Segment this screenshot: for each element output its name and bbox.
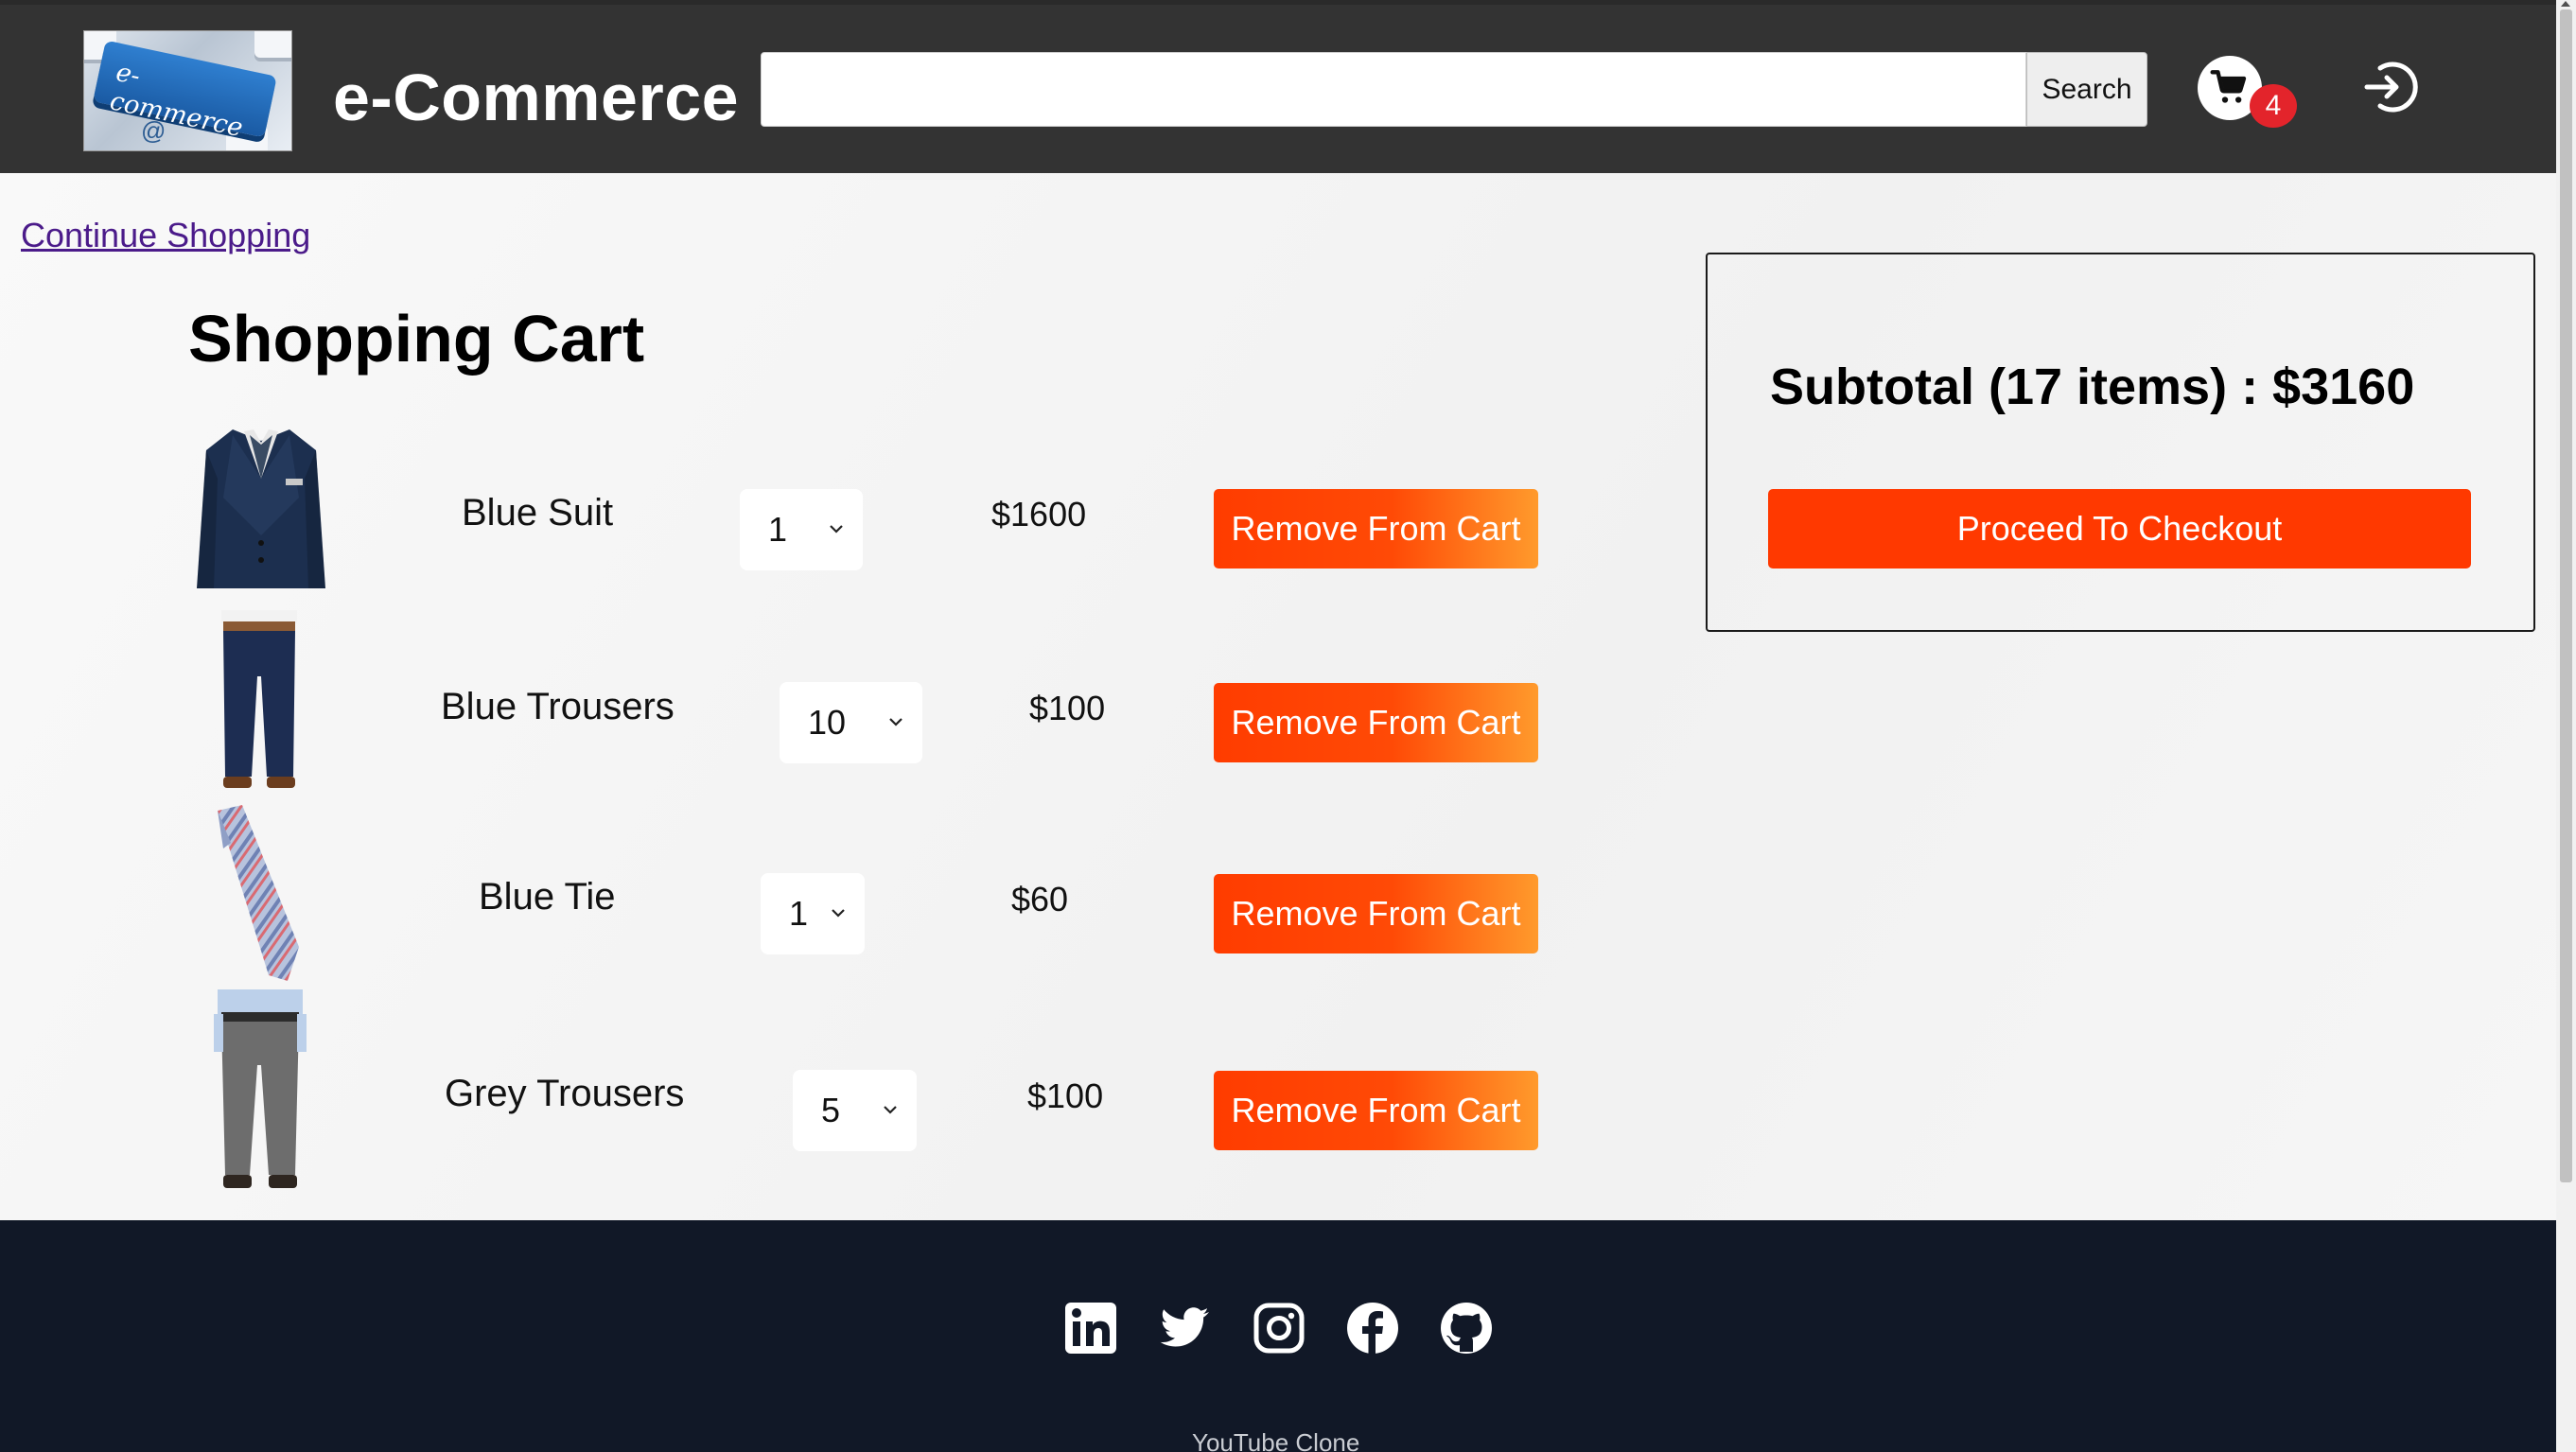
cart-item-name: Blue Suit (462, 492, 614, 534)
proceed-to-checkout-button[interactable]: Proceed To Checkout (1768, 489, 2471, 569)
cart-item-name: Blue Trousers (441, 686, 675, 727)
page-title: Shopping Cart (188, 302, 645, 376)
quantity-value: 5 (821, 1091, 841, 1129)
remove-from-cart-button[interactable]: Remove From Cart (1214, 1071, 1538, 1150)
cart-icon (2210, 70, 2247, 103)
search-button[interactable]: Search (2026, 52, 2147, 127)
remove-from-cart-button[interactable]: Remove From Cart (1214, 489, 1538, 569)
facebook-icon[interactable] (1345, 1301, 1400, 1356)
scroll-up-arrow-icon[interactable] (2561, 1, 2570, 7)
blue-trousers-image[interactable] (214, 610, 305, 790)
item-price: $1600 (991, 495, 1087, 534)
linkedin-icon[interactable] (1063, 1301, 1118, 1356)
blue-tie-image[interactable] (214, 805, 307, 981)
chevron-down-icon (830, 525, 843, 534)
brand-title[interactable]: e-Commerce (333, 60, 739, 135)
quantity-value: 10 (808, 703, 847, 742)
quantity-select[interactable]: 10 (780, 682, 922, 763)
cart-item-name: Blue Tie (479, 876, 616, 918)
instagram-icon[interactable] (1252, 1301, 1306, 1356)
cart-item-name: Grey Trousers (445, 1073, 685, 1114)
item-price: $100 (1029, 689, 1106, 727)
chevron-down-icon (884, 1106, 897, 1114)
grey-trousers-image[interactable] (214, 989, 307, 1192)
chevron-down-icon (889, 718, 902, 726)
quantity-value: 1 (789, 894, 809, 933)
remove-from-cart-button[interactable]: Remove From Cart (1214, 683, 1538, 762)
quantity-select[interactable]: 1 (761, 873, 865, 954)
quantity-value: 1 (768, 510, 788, 549)
cart-count-badge: 4 (2250, 84, 2297, 128)
quantity-select[interactable]: 5 (793, 1070, 917, 1151)
scrollbar-thumb[interactable] (2560, 9, 2572, 1182)
at-symbol-icon: @ (141, 116, 166, 145)
login-icon[interactable] (2357, 57, 2418, 117)
continue-shopping-link[interactable]: Continue Shopping (21, 216, 310, 255)
quantity-select[interactable]: 1 (740, 489, 863, 570)
order-summary-box (1706, 253, 2535, 632)
logo-text: e-commerce (107, 57, 246, 144)
logo-key: e-commerce (93, 40, 277, 143)
remove-from-cart-button[interactable]: Remove From Cart (1214, 874, 1538, 953)
item-price: $60 (1011, 880, 1069, 918)
search-input[interactable] (761, 52, 2026, 127)
item-price: $100 (1027, 1076, 1104, 1115)
site-logo[interactable]: e-commerce @ (83, 30, 292, 151)
github-icon[interactable] (1439, 1301, 1494, 1356)
footer-credit: YouTube Clone (1192, 1428, 1360, 1452)
chevron-down-icon (832, 909, 845, 918)
subtotal-text: Subtotal (17 items) : $3160 (1770, 359, 2415, 415)
blue-suit-image[interactable] (195, 422, 327, 596)
twitter-icon[interactable] (1158, 1301, 1213, 1356)
